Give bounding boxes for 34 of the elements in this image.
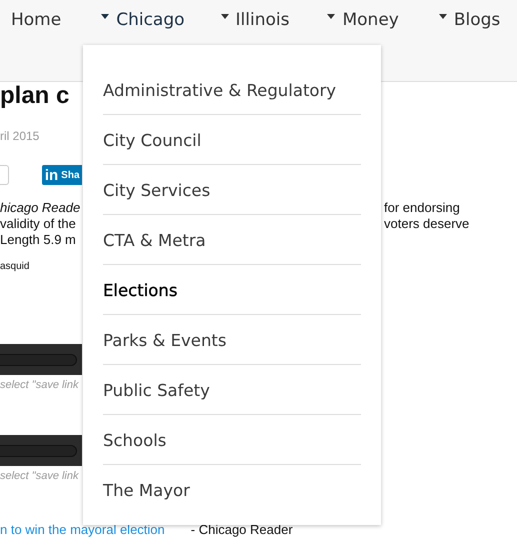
menu-item[interactable]: The Mayor xyxy=(103,465,361,514)
menu-item[interactable]: Schools xyxy=(103,415,361,465)
article-date: ril 2015 xyxy=(0,129,40,143)
nav-link[interactable]: Home xyxy=(11,10,62,30)
menu-item[interactable]: CTA & Metra xyxy=(103,215,361,265)
menu-item[interactable]: Elections xyxy=(103,265,361,315)
player-caption: select "save link xyxy=(0,379,80,391)
source-text: - Chicago Reader xyxy=(190,522,293,537)
menu-item[interactable]: Parks & Events xyxy=(103,315,361,365)
lead-text: for endorsing xyxy=(384,200,461,216)
caret-icon xyxy=(438,14,447,18)
lead-text: validity of the xyxy=(0,216,77,232)
linkedin-icon: in xyxy=(44,168,58,182)
nav-link[interactable]: Blogs xyxy=(438,10,500,30)
share-count-box xyxy=(0,165,9,185)
nav-link[interactable]: Illinois xyxy=(220,10,290,30)
linkedin-share-button[interactable]: in Sha xyxy=(42,165,82,185)
caret-icon xyxy=(327,14,336,18)
menu-item[interactable]: City Council xyxy=(103,115,361,165)
lead-text: Length 5.9 m xyxy=(0,232,77,248)
caret-icon xyxy=(220,14,229,18)
menu-item[interactable]: Public Safety xyxy=(103,365,361,415)
audio-player[interactable] xyxy=(0,344,82,375)
photo-credit: asquid xyxy=(0,261,30,272)
menu-item[interactable]: Administrative & Regulatory xyxy=(103,65,361,115)
caret-icon xyxy=(101,14,110,18)
audio-player[interactable] xyxy=(0,435,82,466)
lead-text: hicago Reade xyxy=(0,200,82,216)
article-title: plan c xyxy=(0,82,70,110)
player-caption: select "save link xyxy=(0,470,80,482)
menu-item[interactable]: City Services xyxy=(103,165,361,215)
nav-link[interactable]: Money xyxy=(327,10,399,30)
lead-text: voters deserve xyxy=(384,216,470,232)
nav-link[interactable]: Chicago xyxy=(101,10,185,30)
